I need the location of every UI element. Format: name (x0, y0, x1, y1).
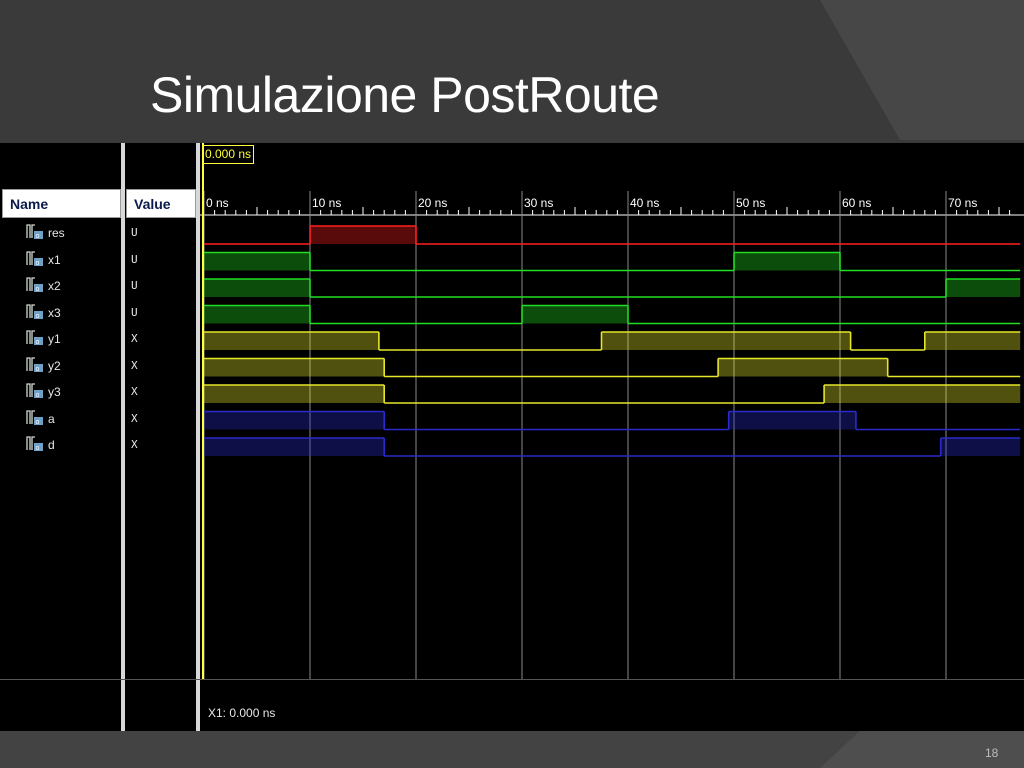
waveform-high-segment (824, 385, 1021, 403)
waveform-high-segment (204, 438, 385, 456)
signal-name: d (48, 438, 55, 452)
waveform-high-segment (310, 226, 416, 244)
signal-name: y3 (48, 385, 61, 399)
waveform-area[interactable]: 0 ns 10 ns 20 ns 30 ns 40 ns 50 ns 60 ns 70 ns (200, 143, 1024, 731)
svg-text:o: o (36, 339, 40, 346)
svg-text:o: o (36, 313, 40, 320)
signal-name: x1 (48, 252, 61, 267)
signal-name: a (48, 411, 55, 426)
waveform-high-segment (940, 438, 1021, 456)
slide-title: Simulazione PostRoute (150, 67, 660, 123)
time-tick-label: 70 ns (948, 196, 977, 210)
signal-row[interactable]: o y2 X (0, 355, 196, 381)
signal-wave-icon: o (25, 328, 45, 346)
signal-name: y1 (48, 332, 61, 346)
cursor-readout: X1: 0.000 ns (208, 706, 276, 720)
waveform-high-segment (204, 358, 385, 377)
svg-text:o: o (36, 260, 40, 267)
waveform-high-segment (522, 305, 628, 324)
svg-text:o: o (36, 366, 40, 373)
time-tick-label: 60 ns (842, 196, 871, 210)
waveform-high-segment (734, 252, 840, 271)
signal-wave-icon: o (25, 275, 45, 293)
waveform-high-segment (728, 411, 856, 430)
signal-name: res (48, 226, 65, 240)
signal-value: X (131, 438, 138, 451)
signal-value: U (131, 279, 138, 292)
signal-value: U (131, 305, 138, 319)
signal-value: X (131, 411, 138, 425)
waveform-high-segment (204, 252, 310, 271)
waveform-high-segment (204, 385, 385, 403)
signal-row[interactable]: o x2 U (0, 275, 196, 301)
signal-wave-icon: o (25, 249, 45, 267)
svg-text:o: o (36, 233, 40, 240)
waveform-high-segment (204, 279, 310, 297)
signal-value: X (131, 385, 138, 398)
waveform-high-segment (718, 358, 888, 377)
signal-wave-icon: o (25, 434, 45, 452)
signal-value: X (131, 358, 138, 372)
time-tick-label: 50 ns (736, 196, 765, 210)
signal-wave-icon: o (25, 381, 45, 399)
signal-row[interactable]: o res U (0, 222, 196, 248)
signal-name: x2 (48, 279, 61, 293)
signal-wave-icon: o (25, 302, 45, 320)
signal-value: U (131, 226, 138, 239)
signal-wave-icon: o (25, 408, 45, 426)
time-tick-label: 0 ns (206, 196, 229, 210)
signal-row[interactable]: o y3 X (0, 381, 196, 407)
signal-row[interactable]: oaX (0, 408, 196, 434)
waveform-high-segment (204, 411, 385, 430)
footer-divider (0, 679, 1024, 680)
signal-name: y2 (48, 358, 61, 373)
signal-row[interactable]: o x3 U (0, 302, 196, 328)
waveform-viewer: Name Value 0.000 ns o res Uo x1 Uo x2 Uo x3 Uo y1… (0, 143, 1024, 731)
signal-row[interactable]: o x1 U (0, 249, 196, 275)
svg-text:o: o (36, 419, 40, 426)
page-number: 18 (985, 746, 999, 760)
waveform-high-segment (946, 279, 1021, 297)
signal-name: x3 (48, 305, 61, 320)
svg-text:o: o (36, 286, 40, 293)
waveform-high-segment (204, 305, 310, 324)
waveform-high-segment (924, 332, 1021, 350)
time-tick-label: 40 ns (630, 196, 659, 210)
time-tick-label: 10 ns (312, 196, 341, 210)
name-column-header[interactable]: Name (2, 189, 121, 218)
signal-row[interactable]: odX (0, 434, 196, 460)
svg-text:o: o (36, 392, 40, 399)
waveform-high-segment (204, 332, 379, 350)
time-tick-label: 30 ns (524, 196, 553, 210)
signal-row[interactable]: o y1 X (0, 328, 196, 354)
signal-wave-icon: o (25, 222, 45, 240)
value-column-header[interactable]: Value (126, 189, 196, 218)
svg-text:o: o (36, 445, 40, 452)
signal-value: X (131, 332, 138, 345)
time-tick-label: 20 ns (418, 196, 447, 210)
signal-wave-icon: o (25, 355, 45, 373)
signal-value: U (131, 252, 138, 266)
waveform-high-segment (601, 332, 851, 350)
